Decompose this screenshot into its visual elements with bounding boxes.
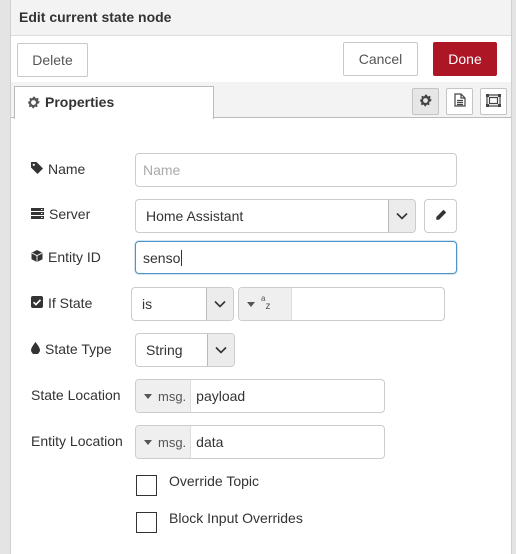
string-type-icon: az — [261, 294, 271, 312]
description-icon — [453, 93, 466, 110]
text-cursor — [181, 249, 183, 266]
tab-appearance-button[interactable] — [480, 88, 507, 115]
cancel-button[interactable]: Cancel — [343, 42, 418, 76]
entity-id-value: senso — [143, 249, 181, 266]
entity-id-input[interactable]: senso — [135, 241, 457, 274]
state-type-select[interactable]: String — [135, 333, 235, 367]
tab-properties[interactable]: Properties — [14, 86, 214, 119]
gear-icon — [419, 94, 432, 110]
checkbox-checked-icon — [31, 295, 48, 311]
caret-down-icon — [144, 439, 152, 445]
delete-button[interactable]: Delete — [17, 43, 88, 77]
override-topic-label: Override Topic — [169, 473, 260, 489]
server-icon — [31, 206, 49, 222]
cube-icon — [31, 249, 48, 265]
state-location-type-selector[interactable]: msg. — [136, 380, 192, 412]
block-input-overrides-checkbox[interactable] — [136, 512, 157, 533]
tab-properties-label: Properties — [45, 94, 115, 110]
entity-location-type-selector[interactable]: msg. — [136, 426, 192, 458]
if-state-value — [292, 288, 297, 320]
name-label: Name — [31, 159, 85, 179]
name-placeholder: Name — [143, 162, 181, 178]
tab-settings-button[interactable] — [412, 88, 439, 115]
state-location-input[interactable]: msg. payload — [135, 379, 385, 413]
editor-right-edge — [511, 0, 516, 554]
entity-location-input[interactable]: msg. data — [135, 425, 385, 459]
entity-location-prefix: msg. — [158, 434, 187, 450]
server-label: Server — [31, 204, 90, 224]
editor-left-edge — [0, 0, 11, 554]
entity-location-value: data — [196, 434, 224, 450]
if-state-operator-select[interactable]: is — [131, 287, 234, 321]
entity-id-label: Entity ID — [31, 247, 101, 267]
dialog-title: Edit current state node — [19, 9, 172, 25]
chevron-down-icon — [388, 200, 415, 232]
edit-server-button[interactable] — [424, 199, 457, 233]
name-input[interactable]: Name — [135, 153, 457, 187]
pencil-icon — [435, 208, 447, 224]
state-type-label: State Type — [31, 339, 112, 359]
caret-down-icon — [247, 301, 255, 307]
appearance-icon — [486, 93, 501, 110]
state-location-prefix: msg. — [158, 388, 187, 404]
state-type-value: String — [146, 342, 183, 358]
caret-down-icon — [144, 393, 152, 399]
chevron-down-icon — [206, 288, 233, 320]
chevron-down-icon — [207, 334, 234, 366]
state-location-label: State Location — [31, 387, 121, 403]
if-state-operator-value: is — [142, 296, 153, 312]
tab-description-button[interactable] — [446, 88, 473, 115]
if-state-value-input[interactable]: az — [238, 287, 445, 321]
server-value: Home Assistant — [146, 208, 244, 224]
if-state-label: If State — [31, 293, 92, 313]
if-state-type-selector[interactable]: az — [239, 288, 292, 320]
droplet-icon — [31, 341, 45, 357]
done-button[interactable]: Done — [433, 42, 497, 76]
block-input-overrides-label: Block Input Overrides — [169, 510, 303, 526]
state-location-value: payload — [196, 388, 246, 404]
override-topic-checkbox[interactable] — [136, 475, 157, 496]
server-select[interactable]: Home Assistant — [135, 199, 416, 233]
tag-icon — [31, 161, 48, 177]
entity-location-label: Entity Location — [31, 433, 123, 449]
gear-icon — [27, 96, 40, 112]
